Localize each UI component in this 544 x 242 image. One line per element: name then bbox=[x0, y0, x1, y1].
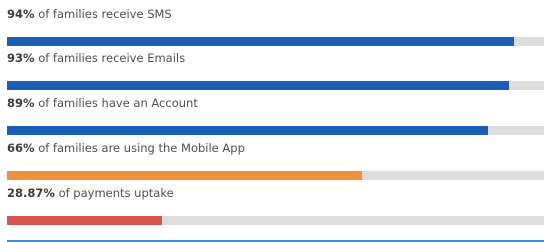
stat-label: of families have an Account bbox=[38, 96, 198, 110]
stat-text: 28.87% of payments uptake bbox=[7, 186, 174, 200]
progress-fill bbox=[7, 171, 363, 180]
stat-value: 89% bbox=[7, 96, 35, 110]
stat-label: of families receive Emails bbox=[38, 51, 186, 65]
stat-label: of families receive SMS bbox=[38, 7, 172, 21]
stat-value: 94% bbox=[7, 7, 35, 21]
progress-fill bbox=[7, 37, 514, 46]
stat-label: of payments uptake bbox=[58, 186, 174, 200]
stat-value: 93% bbox=[7, 51, 35, 65]
stat-text: 66% of families are using the Mobile App bbox=[7, 141, 245, 155]
stat-value: 66% bbox=[7, 141, 35, 155]
stat-value: 28.87% bbox=[7, 186, 55, 200]
progress-fill bbox=[7, 81, 510, 90]
progress-fill bbox=[7, 216, 162, 225]
progress-fill bbox=[7, 126, 488, 135]
progress-track bbox=[7, 171, 544, 180]
progress-track bbox=[7, 81, 544, 90]
stat-text: 93% of families receive Emails bbox=[7, 51, 185, 65]
stat-text: 89% of families have an Account bbox=[7, 96, 198, 110]
progress-track bbox=[7, 216, 544, 225]
progress-track bbox=[7, 126, 544, 135]
stat-label: of families are using the Mobile App bbox=[38, 141, 245, 155]
progress-track bbox=[7, 37, 544, 46]
stats-list: 94% of families receive SMS 93% of famil… bbox=[0, 0, 544, 242]
stat-text: 94% of families receive SMS bbox=[7, 7, 172, 21]
